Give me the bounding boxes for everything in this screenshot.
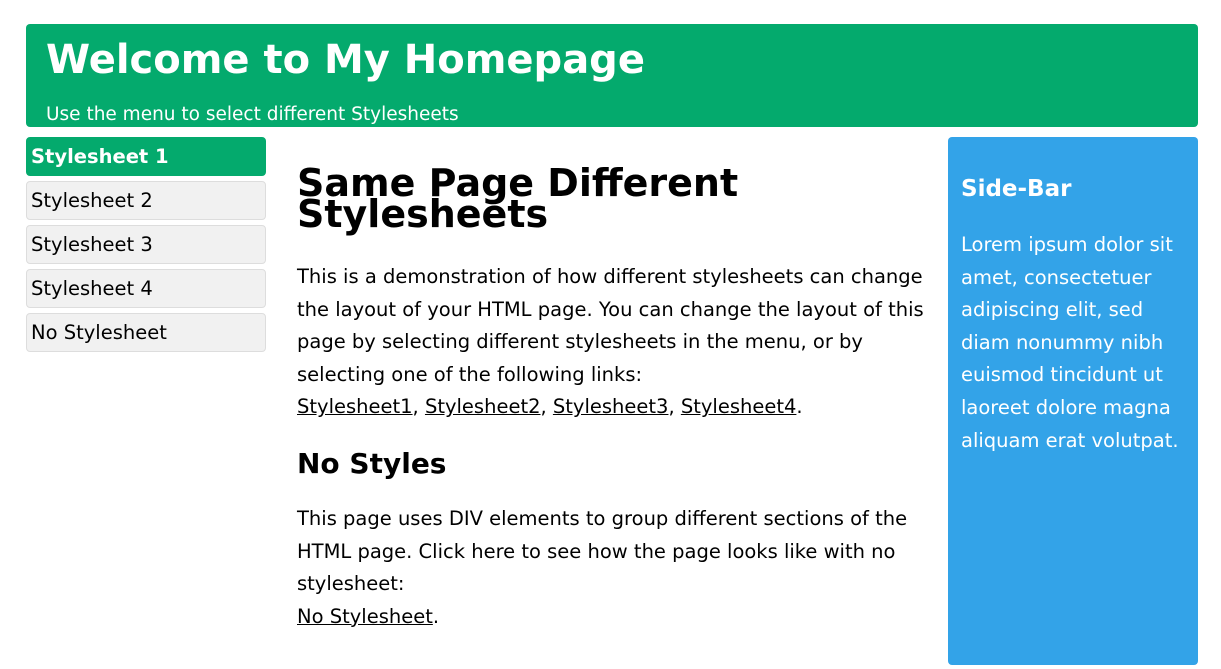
menu-item-no-stylesheet[interactable]: No Stylesheet: [26, 313, 266, 352]
main-heading: Same Page Different Stylesheets: [297, 161, 739, 236]
no-styles-text: This page uses DIV elements to group dif…: [297, 506, 908, 596]
link-stylesheet3[interactable]: Stylesheet3: [553, 395, 669, 418]
main-content: Same Page Different Stylesheets This is …: [297, 161, 937, 633]
intro-paragraph: This is a demonstration of how different…: [297, 261, 937, 424]
sentence-end: .: [796, 395, 803, 419]
menu-item-stylesheet-4[interactable]: Stylesheet 4: [26, 269, 266, 308]
link-stylesheet4[interactable]: Stylesheet4: [681, 395, 797, 418]
link-separator: ,: [412, 395, 425, 419]
sidebar-title: Side-Bar: [961, 176, 1072, 202]
menu-item-stylesheet-2[interactable]: Stylesheet 2: [26, 181, 266, 220]
link-stylesheet1[interactable]: Stylesheet1: [297, 395, 413, 418]
no-styles-heading: No Styles: [297, 446, 447, 480]
side-bar: Side-Bar Lorem ipsum dolor sit amet, con…: [948, 137, 1198, 665]
link-separator: ,: [540, 395, 553, 419]
menu-item-stylesheet-3[interactable]: Stylesheet 3: [26, 225, 266, 264]
menu-item-stylesheet-1[interactable]: Stylesheet 1: [26, 137, 266, 176]
page-header: Welcome to My Homepage Use the menu to s…: [26, 24, 1198, 127]
intro-text: This is a demonstration of how different…: [297, 265, 924, 386]
header-title: Welcome to My Homepage: [46, 37, 645, 83]
header-subtitle: Use the menu to select different Stylesh…: [46, 104, 459, 125]
sidebar-text: Lorem ipsum dolor sit amet, consectetuer…: [961, 233, 1179, 452]
no-styles-paragraph: This page uses DIV elements to group dif…: [297, 503, 937, 633]
link-separator: ,: [668, 395, 681, 419]
stylesheet-menu: Stylesheet 1 Stylesheet 2 Stylesheet 3 S…: [26, 137, 266, 357]
link-no-stylesheet[interactable]: No Stylesheet: [297, 605, 433, 628]
link-stylesheet2[interactable]: Stylesheet2: [425, 395, 541, 418]
sentence-end: .: [432, 604, 440, 628]
